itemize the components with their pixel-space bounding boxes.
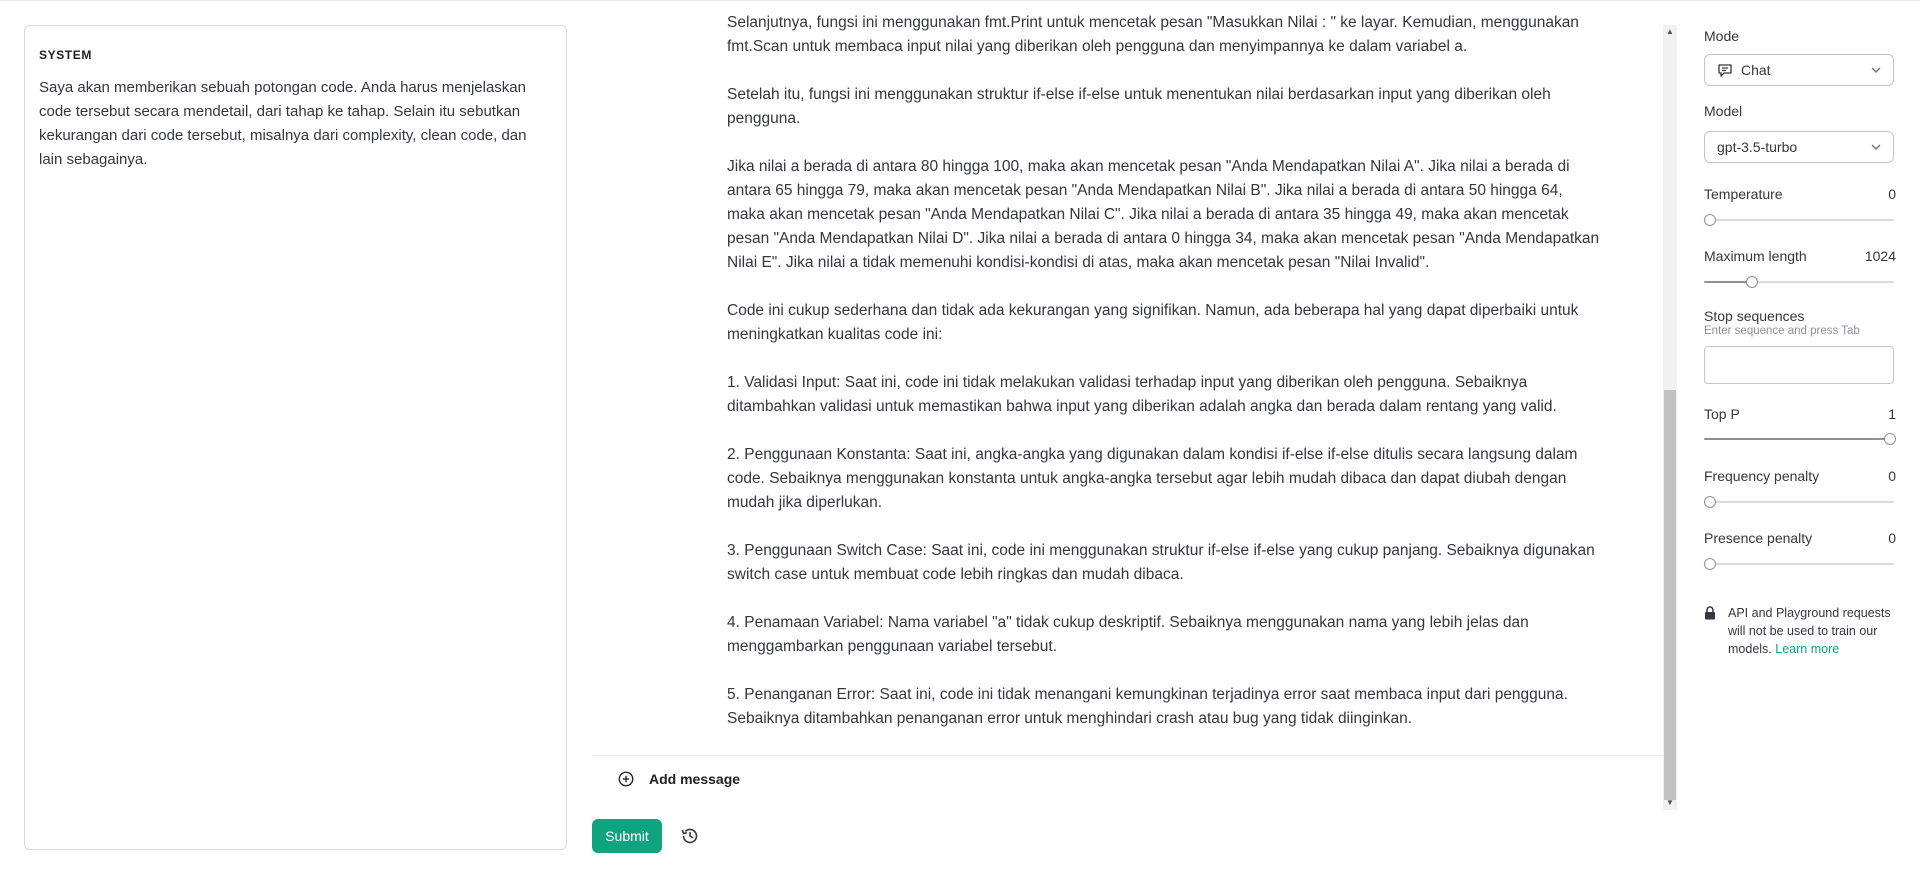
model-label: Model [1704, 103, 1743, 119]
slider-thumb[interactable] [1884, 433, 1896, 445]
slider-thumb[interactable] [1704, 214, 1716, 226]
scroll-down-arrow[interactable]: ▼ [1663, 796, 1677, 810]
settings-panel: Mode Chat Model gpt-3.5-turbo Temperatur… [1704, 0, 1896, 876]
stop-sequences-hint: Enter sequence and press Tab [1704, 325, 1860, 337]
top-divider [0, 0, 1920, 1]
lock-icon [1705, 606, 1715, 620]
temperature-slider[interactable] [1704, 213, 1894, 227]
chevron-down-icon [1871, 67, 1881, 73]
system-label: SYSTEM [39, 48, 92, 62]
messages-area: Selanjutnya, fungsi ini menggunakan fmt.… [592, 15, 1664, 810]
mode-value: Chat [1741, 62, 1771, 78]
add-message-button[interactable]: Add message [617, 770, 740, 788]
scroll-up-arrow[interactable]: ▲ [1663, 25, 1677, 39]
presence-penalty-slider[interactable] [1704, 557, 1894, 571]
assistant-message[interactable]: Selanjutnya, fungsi ini menggunakan fmt.… [727, 15, 1602, 755]
top-p-label: Top P [1704, 406, 1740, 422]
max-length-label: Maximum length [1704, 248, 1807, 264]
messages-divider [592, 755, 1664, 756]
temperature-value[interactable]: 0 [1888, 186, 1896, 202]
frequency-penalty-label: Frequency penalty [1704, 468, 1820, 484]
presence-penalty-label: Presence penalty [1704, 530, 1813, 546]
learn-more-link[interactable]: Learn more [1775, 642, 1839, 656]
stop-sequences-input[interactable] [1704, 346, 1894, 384]
temperature-label: Temperature [1704, 186, 1783, 202]
model-value: gpt-3.5-turbo [1717, 139, 1798, 155]
presence-penalty-value[interactable]: 0 [1888, 530, 1896, 546]
assistant-paragraph: 2. Penggunaan Konstanta: Saat ini, angka… [727, 446, 1578, 511]
assistant-paragraph: Jika nilai a berada di antara 80 hingga … [727, 158, 1600, 271]
top-p-value[interactable]: 1 [1888, 406, 1896, 422]
assistant-paragraph: Selanjutnya, fungsi ini menggunakan fmt.… [727, 15, 1579, 55]
privacy-notice: API and Playground requests will not be … [1704, 604, 1896, 658]
top-p-slider[interactable] [1704, 432, 1896, 446]
chevron-down-icon [1871, 144, 1881, 150]
assistant-paragraph: 1. Validasi Input: Saat ini, code ini ti… [727, 374, 1557, 415]
max-length-value[interactable]: 1024 [1865, 248, 1896, 264]
slider-thumb[interactable] [1704, 496, 1716, 508]
messages-scrollbar[interactable]: ▲ ▼ [1663, 25, 1677, 810]
assistant-paragraph: Code ini cukup sederhana dan tidak ada k… [727, 302, 1579, 343]
stop-sequences-label: Stop sequences [1704, 308, 1805, 324]
max-length-slider[interactable] [1704, 275, 1894, 289]
chat-icon [1718, 64, 1732, 77]
frequency-penalty-slider[interactable] [1704, 495, 1894, 509]
history-icon[interactable] [679, 825, 701, 847]
plus-circle-icon [618, 771, 634, 787]
assistant-paragraph: 4. Penamaan Variabel: Nama variabel "a" … [727, 614, 1529, 655]
model-select[interactable]: gpt-3.5-turbo [1704, 131, 1894, 163]
frequency-penalty-value[interactable]: 0 [1888, 468, 1896, 484]
system-panel[interactable]: SYSTEM Saya akan memberikan sebuah poton… [24, 25, 567, 850]
assistant-paragraph: 5. Penanganan Error: Saat ini, code ini … [727, 686, 1568, 727]
scroll-thumb[interactable] [1664, 390, 1676, 800]
add-message-label: Add message [649, 771, 741, 787]
slider-thumb[interactable] [1704, 558, 1716, 570]
assistant-paragraph: Setelah itu, fungsi ini menggunakan stru… [727, 86, 1551, 127]
submit-button[interactable]: Submit [592, 819, 662, 853]
system-prompt-text[interactable]: Saya akan memberikan sebuah potongan cod… [39, 76, 552, 172]
mode-label: Mode [1704, 28, 1740, 44]
assistant-paragraph: 3. Penggunaan Switch Case: Saat ini, cod… [727, 542, 1595, 583]
slider-thumb[interactable] [1746, 276, 1758, 288]
mode-select[interactable]: Chat [1704, 54, 1894, 86]
